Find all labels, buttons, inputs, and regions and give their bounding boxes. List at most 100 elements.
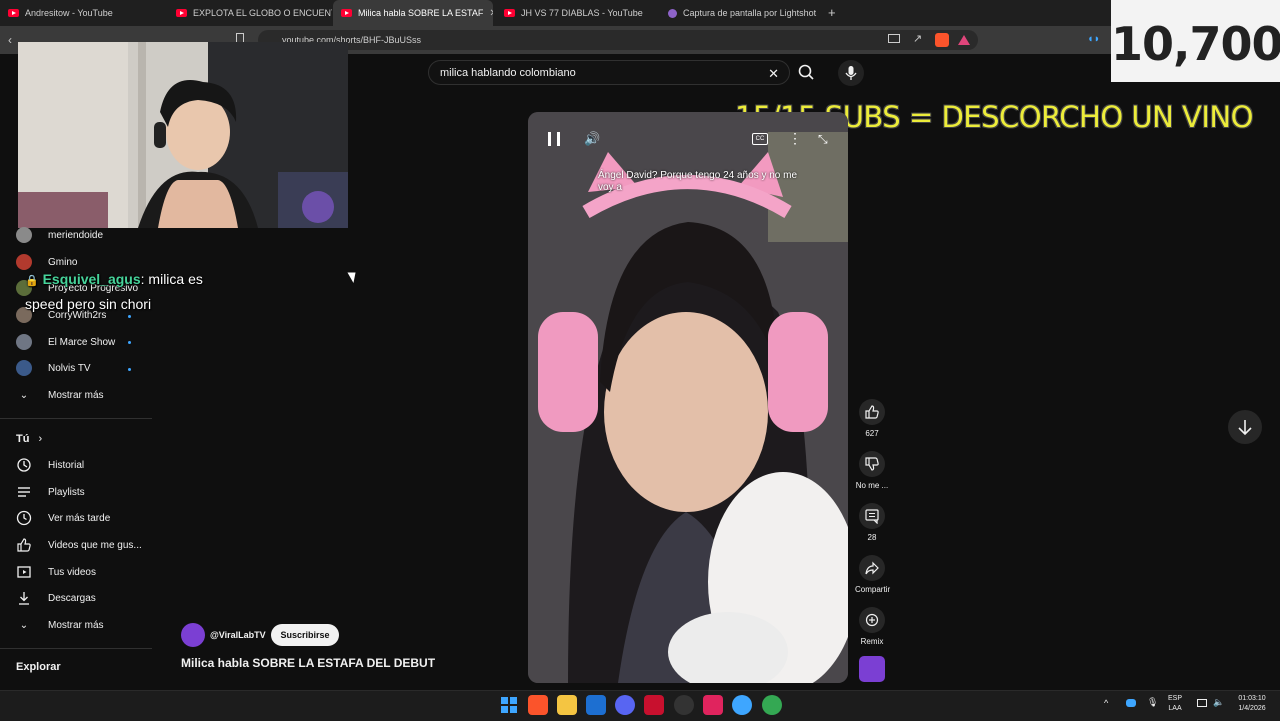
sidebar-subscription[interactable]: meriendoide (16, 224, 103, 246)
subscriber-counter: 10,700 (1111, 0, 1280, 82)
more-options-icon[interactable]: ⋮ (788, 130, 802, 147)
live-indicator (128, 368, 131, 371)
sidebar-item-history[interactable]: Historial (16, 454, 84, 476)
chat-username: Esquivel_agus (42, 271, 141, 287)
speaker-icon[interactable]: 🔈 (1213, 697, 1224, 708)
tab-label: EXPLOTA EL GLOBO O ENCUENTRA E (193, 8, 332, 18)
new-tab-icon[interactable]: + (828, 5, 836, 20)
voice-search-button[interactable] (838, 60, 864, 86)
brave-rewards-icon[interactable] (958, 35, 970, 45)
next-short-button[interactable] (1228, 410, 1262, 444)
refresh-app-icon[interactable] (732, 695, 752, 715)
channel-avatar[interactable] (181, 623, 205, 647)
subscription-label: meriendoide (48, 229, 104, 241)
bing-icon[interactable] (586, 695, 606, 715)
back-icon[interactable]: ‹ (8, 33, 12, 47)
pause-icon[interactable] (548, 132, 560, 146)
channel-avatar (16, 360, 32, 376)
chrome-icon[interactable] (762, 695, 782, 715)
video-frame-image (528, 112, 848, 683)
share-page-icon[interactable]: ↗ (913, 32, 922, 45)
sidebar-you-header[interactable]: Tú › (16, 433, 42, 445)
channel-name[interactable]: @ViralLabTV (210, 630, 266, 640)
browser-tab[interactable]: Captura de pantalla por Lightshot (660, 0, 820, 26)
browser-tab-bar: Andresitow - YouTube EXPLOTA EL GLOBO O … (0, 0, 1280, 26)
comments-button[interactable]: 28 (855, 503, 889, 542)
youtube-favicon-icon (176, 9, 187, 17)
dislike-label: No me ... (855, 481, 889, 490)
short-video-player[interactable]: 🔊 CC ⋮ ⤡ (528, 112, 848, 683)
sidebar-item-playlists[interactable]: Playlists (16, 481, 85, 503)
subscription-label: Gmino (48, 256, 78, 268)
tv-app-icon[interactable] (644, 695, 664, 715)
browser-tab[interactable]: JH VS 77 DIABLAS - YouTube (496, 0, 656, 26)
clear-search-icon[interactable]: ✕ (768, 61, 779, 86)
remix-label: Remix (860, 637, 884, 646)
search-button[interactable] (790, 60, 824, 85)
stream-chat-message: 🔒 Esquivel_agus: milica es speed pero si… (25, 268, 203, 316)
chat-text-line2: speed pero sin chori (25, 296, 152, 312)
sidebar-item-label: Videos que me gus... (48, 539, 142, 551)
subscribe-button[interactable]: Suscribirse (271, 624, 339, 646)
subscription-label: El Marce Show (48, 336, 116, 348)
brave-browser-icon[interactable] (528, 695, 548, 715)
tray-chevron-icon[interactable]: ^ (1104, 698, 1108, 708)
volume-icon[interactable]: 🔊 (584, 131, 600, 147)
sidebar-item-label: Ver más tarde (48, 512, 111, 524)
sidebar-subscription[interactable]: El Marce Show (16, 331, 115, 353)
browser-tab[interactable]: Andresitow - YouTube (0, 0, 168, 26)
windows-start-icon[interactable] (499, 695, 519, 715)
tab-label: Milica habla SOBRE LA ESTAF (358, 8, 484, 18)
onedrive-icon[interactable] (1126, 699, 1136, 707)
comment-icon (859, 503, 885, 529)
like-button[interactable]: 627 (855, 399, 889, 438)
browser-tab-active[interactable]: Milica habla SOBRE LA ESTAF ✕ (333, 0, 493, 26)
address-bar[interactable]: youtube.com/shorts/BHF-JBuUSss (258, 30, 978, 50)
channel-avatar (16, 334, 32, 350)
youtube-favicon-icon (8, 9, 19, 17)
remix-button[interactable]: Remix (855, 607, 889, 646)
mouse-cursor-icon (347, 269, 360, 283)
sidebar-show-more[interactable]: ⌄ Mostrar más (16, 614, 104, 636)
youtube-favicon-icon (504, 9, 515, 17)
sidebar-divider (0, 648, 152, 649)
close-tab-icon[interactable]: ✕ (489, 8, 493, 19)
sidebar-item-downloads[interactable]: Descargas (16, 587, 96, 609)
live-indicator (128, 341, 131, 344)
system-clock[interactable]: 01:03:10 1/4/2026 (1228, 694, 1276, 714)
liked-icon (16, 537, 32, 553)
you-label: Tú (16, 433, 30, 445)
search-input[interactable]: milica hablando colombiano ✕ (428, 60, 790, 85)
file-explorer-icon[interactable] (557, 695, 577, 715)
vpn-icon[interactable]: ◖◗ (1087, 33, 1100, 45)
subscription-label: Nolvis TV (48, 362, 91, 374)
sidebar-item-label: Descargas (48, 592, 96, 604)
mic-tray-icon[interactable]: 🎙 (1147, 697, 1158, 708)
discord-icon[interactable] (615, 695, 635, 715)
chevron-down-icon: ⌄ (19, 619, 29, 631)
channel-sound-avatar[interactable] (859, 656, 885, 682)
language-indicator[interactable]: ESP LAA (1168, 694, 1182, 714)
sidebar-subscription[interactable]: Nolvis TV (16, 357, 91, 379)
sidebar-item-your-videos[interactable]: Tus videos (16, 561, 96, 583)
remix-icon (859, 607, 885, 633)
captions-icon[interactable]: CC (752, 133, 768, 145)
tiktok-icon[interactable] (703, 695, 723, 715)
mic-icon (845, 66, 857, 80)
dislike-button[interactable]: No me ... (855, 451, 889, 490)
fullscreen-icon[interactable]: ⤡ (818, 132, 828, 147)
network-icon[interactable] (1197, 699, 1207, 707)
github-desktop-icon[interactable] (674, 695, 694, 715)
sidebar-item-liked-videos[interactable]: Videos que me gus... (16, 534, 142, 556)
arrow-down-icon (1238, 420, 1252, 436)
brave-shields-icon[interactable] (935, 33, 949, 47)
share-button[interactable]: Compartir (855, 555, 890, 594)
show-more-label: Mostrar más (48, 619, 104, 631)
browser-tab[interactable]: EXPLOTA EL GLOBO O ENCUENTRA E (168, 0, 332, 26)
sidebar-item-watch-later[interactable]: Ver más tarde (16, 507, 110, 529)
show-more-label: Mostrar más (48, 389, 104, 401)
cast-icon[interactable] (888, 34, 900, 43)
sidebar-item-label: Playlists (48, 486, 85, 498)
sidebar-show-more[interactable]: ⌄ Mostrar más (16, 384, 104, 406)
sidebar-item-label: Tus videos (48, 566, 96, 578)
